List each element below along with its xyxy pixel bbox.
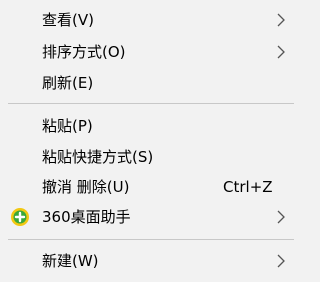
360-assistant-icon (11, 208, 29, 226)
menu-item-new[interactable]: 新建(W) (0, 246, 302, 276)
menu-item-label: 排序方式(O) (42, 43, 126, 61)
menu-item-label: 360桌面助手 (42, 208, 131, 226)
menu-separator (8, 103, 294, 104)
chevron-right-icon (277, 45, 285, 59)
chevron-right-icon (277, 210, 285, 224)
menu-item-sort-by[interactable]: 排序方式(O) (0, 37, 302, 67)
context-menu: 查看(V) 排序方式(O) 刷新(E) 粘贴(P) 粘贴快捷方式(S) 撤消 删… (0, 0, 302, 282)
menu-item-label: 新建(W) (42, 252, 99, 270)
menu-item-paste-shortcut[interactable]: 粘贴快捷方式(S) (0, 142, 302, 172)
menu-item-undo-delete[interactable]: 撤消 删除(U) Ctrl+Z (0, 172, 302, 202)
menu-item-label: 撤消 删除(U) (42, 178, 130, 196)
menu-item-360-desktop-assistant[interactable]: 360桌面助手 (0, 202, 302, 232)
menu-item-label: 查看(V) (42, 11, 94, 29)
menu-item-refresh[interactable]: 刷新(E) (0, 68, 302, 98)
menu-separator (8, 239, 294, 240)
menu-item-label: 粘贴(P) (42, 117, 93, 135)
shortcut-text: Ctrl+Z (223, 178, 273, 196)
menu-item-label: 粘贴快捷方式(S) (42, 148, 154, 166)
chevron-right-icon (277, 254, 285, 268)
chevron-right-icon (277, 13, 285, 27)
menu-item-label: 刷新(E) (42, 74, 94, 92)
menu-item-paste[interactable]: 粘贴(P) (0, 111, 302, 141)
menu-item-view[interactable]: 查看(V) (0, 5, 302, 35)
